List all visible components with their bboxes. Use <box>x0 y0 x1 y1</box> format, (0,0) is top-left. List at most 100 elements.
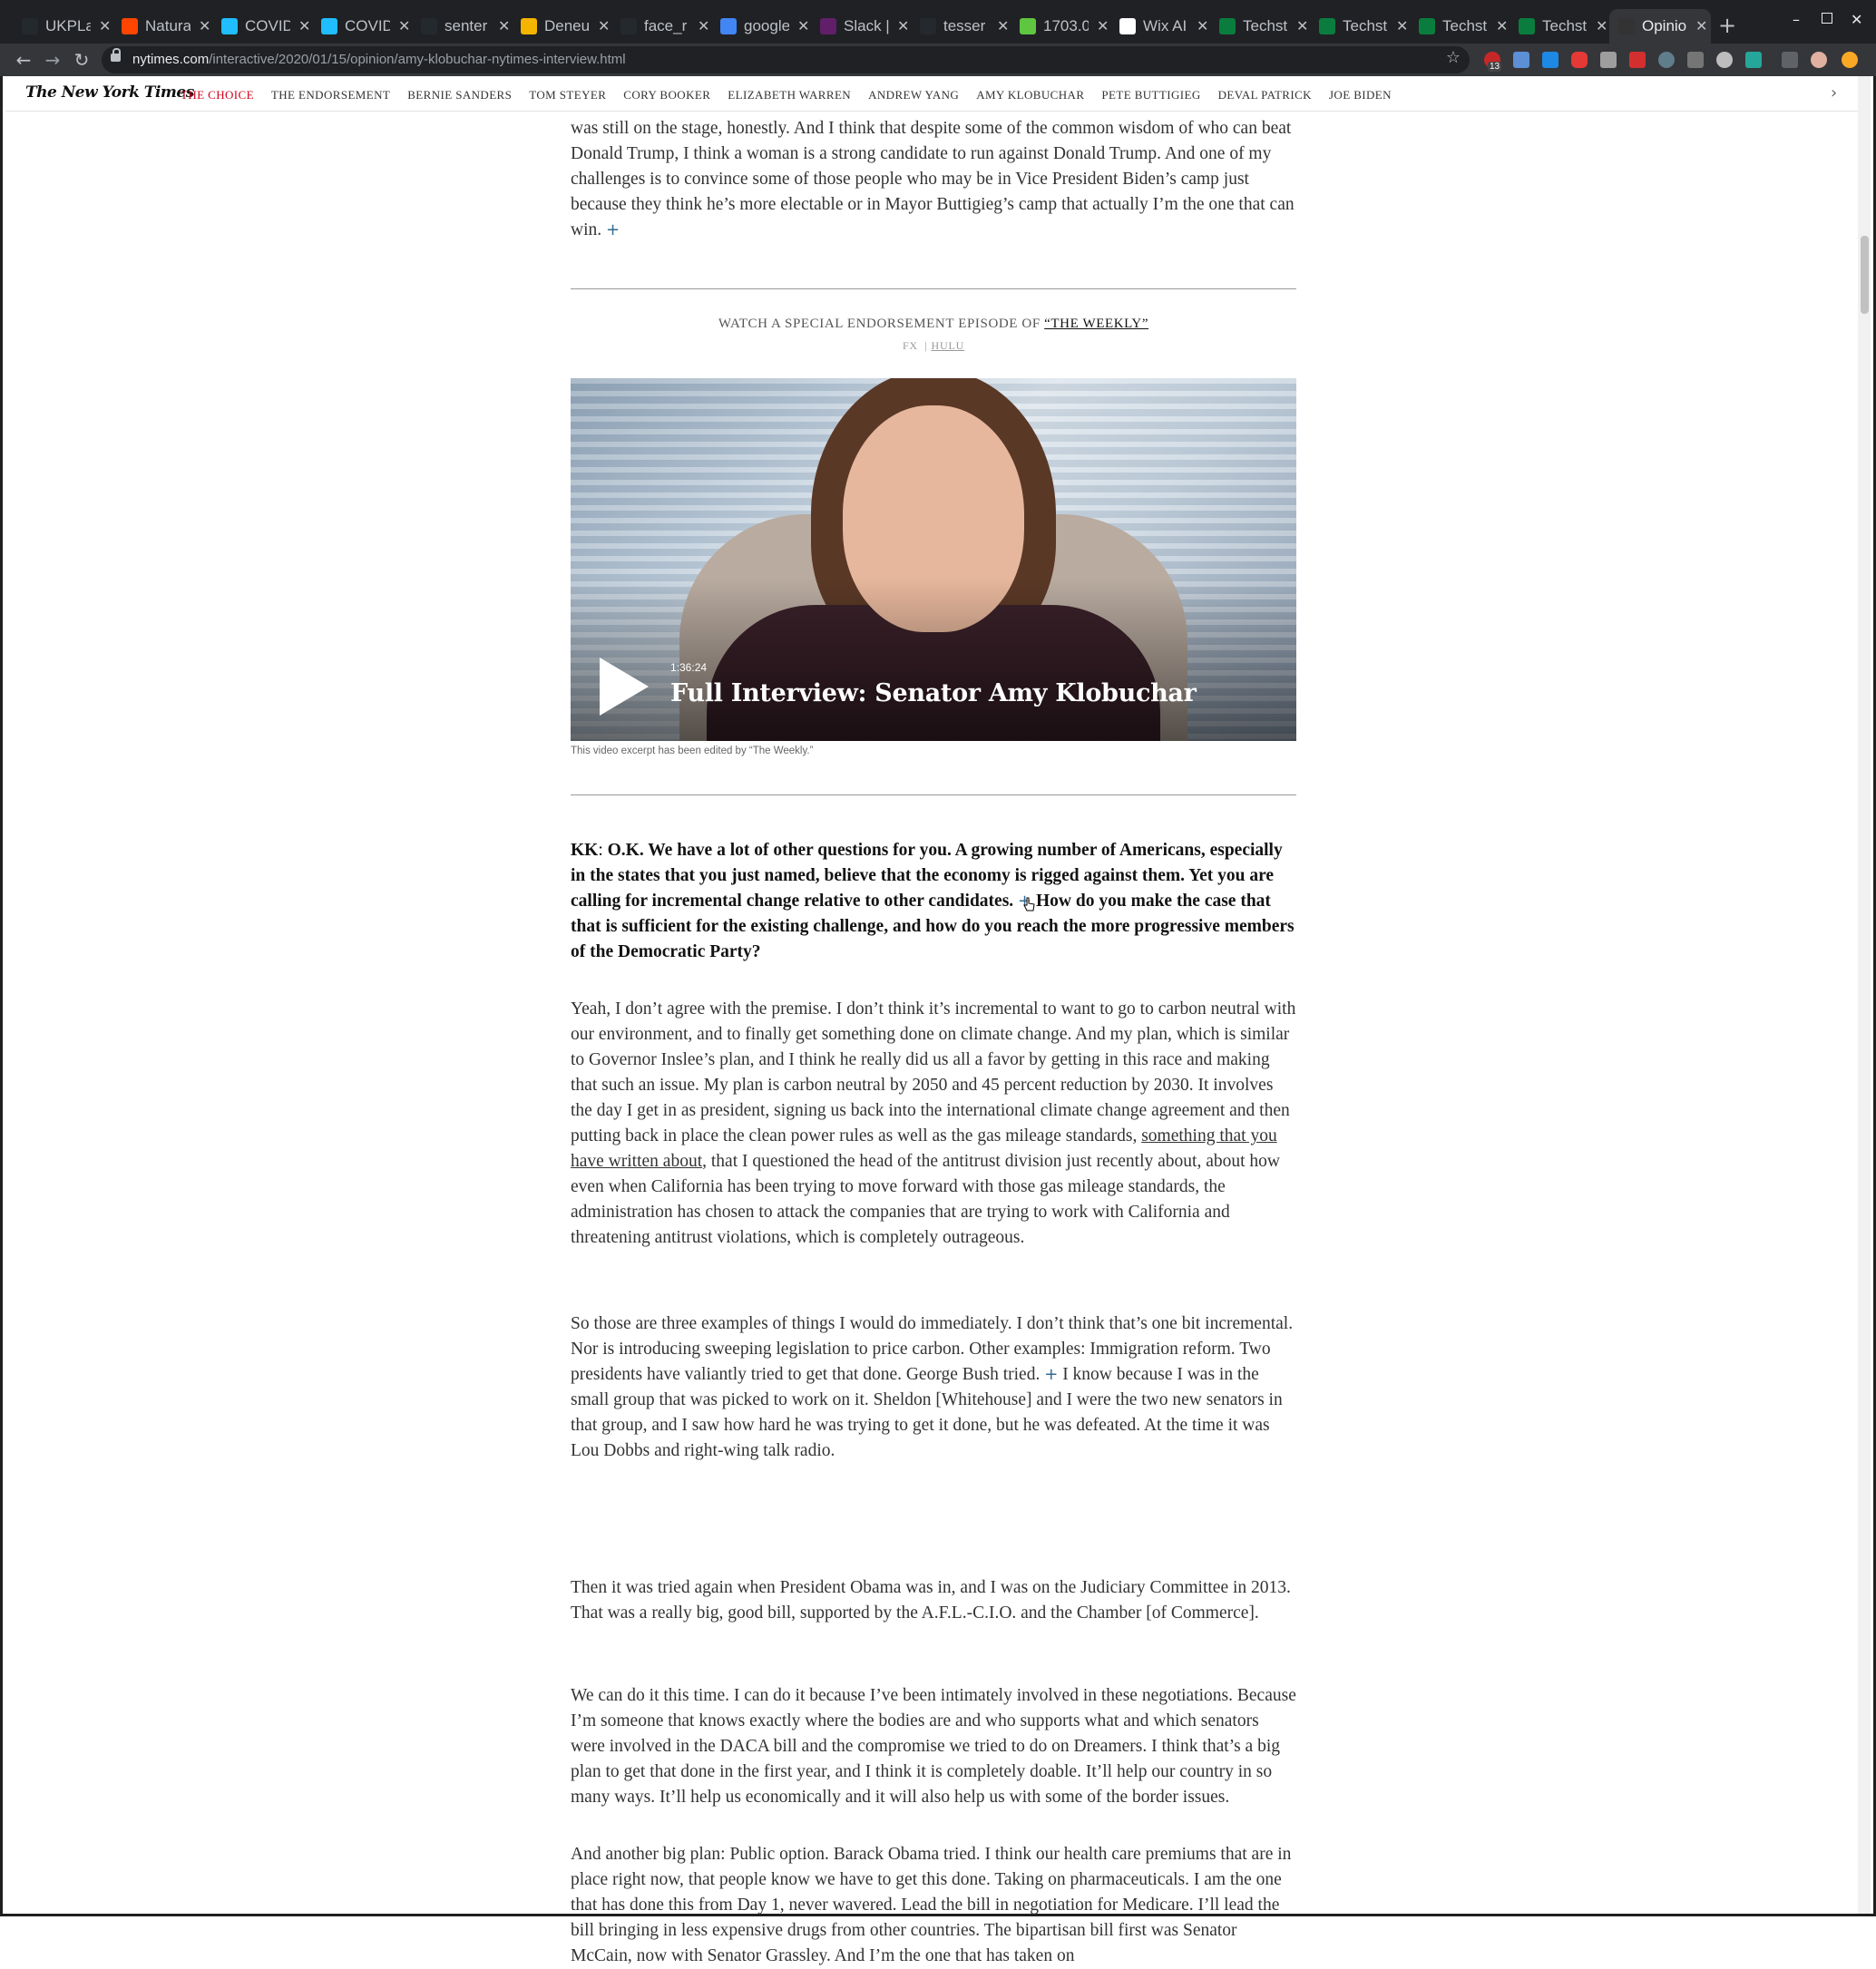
browser-tab[interactable]: Natura ✕ <box>112 13 214 40</box>
close-tab-icon[interactable]: ✕ <box>1296 17 1308 35</box>
extension-keyboard-icon[interactable] <box>1687 52 1704 68</box>
nav-item[interactable]: JOE BIDEN <box>1329 88 1392 102</box>
wix-icon <box>1119 18 1136 34</box>
extension-video-icon[interactable] <box>1571 52 1588 68</box>
close-tab-icon[interactable]: ✕ <box>1496 17 1508 35</box>
techstars-icon <box>1419 18 1435 34</box>
nav-next-chevron-icon[interactable]: › <box>1831 83 1837 102</box>
browser-tab[interactable]: COVID ✕ <box>312 13 414 40</box>
extension-copy-icon[interactable] <box>1513 52 1529 68</box>
hand-cursor-icon <box>1023 897 1035 911</box>
nav-item[interactable]: CORY BOOKER <box>623 88 710 102</box>
browser-tab[interactable]: Techst ✕ <box>1310 13 1412 40</box>
nyt-navigation-bar: The New York Times THE CHOICE THE ENDORSE… <box>5 76 1861 112</box>
browser-tab[interactable]: Techst ✕ <box>1410 13 1511 40</box>
video-duration: 1:36:24 <box>670 661 708 674</box>
page-viewport: The New York Times THE CHOICE THE ENDORSE… <box>0 76 1876 1965</box>
page-scrollbar[interactable] <box>1858 76 1871 1914</box>
browser-tab[interactable]: google ✕ <box>711 13 813 40</box>
expand-plus-icon[interactable]: + <box>1044 1365 1058 1384</box>
browser-tab[interactable]: face_r ✕ <box>611 13 713 40</box>
maximize-icon[interactable] <box>1822 13 1832 24</box>
slack-icon <box>820 18 836 34</box>
tab-title: senter <box>445 17 488 34</box>
address-bar[interactable]: nytimes.com/interactive/2020/01/15/opini… <box>102 46 1470 73</box>
answer-paragraph-1: Yeah, I don’t agree with the premise. I … <box>571 999 1296 1247</box>
browser-tab[interactable]: 1703.0 ✕ <box>1011 13 1112 40</box>
new-tab-button[interactable]: + <box>1718 13 1736 38</box>
nav-item[interactable]: THE ENDORSEMENT <box>271 88 390 102</box>
nav-item[interactable]: PETE BUTTIGIEG <box>1101 88 1200 102</box>
browser-tab[interactable]: senter ✕ <box>412 13 513 40</box>
tab-title: Wix AI <box>1143 17 1187 34</box>
the-weekly-link[interactable]: “THE WEEKLY” <box>1044 317 1148 331</box>
close-tab-icon[interactable]: ✕ <box>398 17 410 35</box>
reload-icon[interactable]: ↻ <box>69 47 94 73</box>
nav-item[interactable]: BERNIE SANDERS <box>407 88 512 102</box>
watch-promo: WATCH A SPECIAL ENDORSEMENT EPISODE OF “… <box>718 317 1149 331</box>
nav-item[interactable]: TOM STEYER <box>529 88 606 102</box>
close-tab-icon[interactable]: ✕ <box>797 17 809 35</box>
tab-title: Techst <box>1442 17 1488 34</box>
browser-tab[interactable]: Wix AI ✕ <box>1110 13 1212 40</box>
minimize-icon[interactable]: – <box>1793 11 1800 28</box>
video-player[interactable]: 1:36:24 Full Interview: Senator Amy Klob… <box>571 378 1296 741</box>
extension-s-icon[interactable] <box>1745 52 1762 68</box>
bookmark-star-icon[interactable]: ☆ <box>1446 48 1461 67</box>
extension-bookmark-icon[interactable] <box>1629 52 1646 68</box>
techstars-icon <box>1219 18 1236 34</box>
github-icon <box>620 18 637 34</box>
forward-icon[interactable]: → <box>40 47 65 73</box>
tab-title: google <box>744 17 789 34</box>
close-tab-icon[interactable]: ✕ <box>1097 17 1109 35</box>
close-tab-icon[interactable]: ✕ <box>1695 17 1707 35</box>
nyt-logo[interactable]: The New York Times <box>25 83 194 102</box>
extension-download-icon[interactable] <box>1542 52 1558 68</box>
back-icon[interactable]: ← <box>11 47 36 73</box>
close-tab-icon[interactable]: ✕ <box>1197 17 1208 35</box>
nav-item[interactable]: AMY KLOBUCHAR <box>976 88 1084 102</box>
url-text: nytimes.com/interactive/2020/01/15/opini… <box>132 52 626 67</box>
github-icon <box>421 18 437 34</box>
extension-search-icon[interactable] <box>1658 52 1675 68</box>
platform-fx-link[interactable]: FX <box>903 339 918 352</box>
scrollbar-thumb[interactable] <box>1861 236 1869 314</box>
extension-badge: 13 <box>1488 62 1502 72</box>
browser-tab[interactable]: COVID ✕ <box>212 13 314 40</box>
close-window-icon[interactable]: ✕ <box>1851 11 1862 28</box>
kaggle-icon <box>221 18 238 34</box>
play-icon[interactable] <box>600 658 649 716</box>
nav-item[interactable]: ELIZABETH WARREN <box>728 88 851 102</box>
browser-tab[interactable]: Techst ✕ <box>1510 13 1611 40</box>
extension-gray-icon[interactable] <box>1600 52 1617 68</box>
profile-avatar[interactable] <box>1811 52 1827 68</box>
close-tab-icon[interactable]: ✕ <box>1396 17 1408 35</box>
browser-tab[interactable]: Techst ✕ <box>1210 13 1312 40</box>
tab-title: Techst <box>1542 17 1588 34</box>
browser-tab[interactable]: Deneu ✕ <box>512 13 613 40</box>
nav-item[interactable]: DEVAL PATRICK <box>1218 88 1312 102</box>
kaggle-icon <box>321 18 337 34</box>
close-tab-icon[interactable]: ✕ <box>897 17 909 35</box>
expand-plus-icon[interactable]: + <box>606 220 620 239</box>
intro-paragraph: was still on the stage, honestly. And I … <box>571 119 1295 239</box>
close-tab-icon[interactable]: ✕ <box>99 17 111 35</box>
media-control-icon[interactable] <box>1782 52 1798 68</box>
close-tab-icon[interactable]: ✕ <box>498 17 510 35</box>
close-tab-icon[interactable]: ✕ <box>298 17 310 35</box>
extension-circle-icon[interactable] <box>1716 52 1733 68</box>
platform-hulu-link[interactable]: HULU <box>932 339 965 352</box>
close-tab-icon[interactable]: ✕ <box>997 17 1009 35</box>
browser-tab[interactable]: tesser ✕ <box>911 13 1012 40</box>
browser-tab[interactable]: Slack | ✕ <box>811 13 913 40</box>
close-tab-icon[interactable]: ✕ <box>199 17 210 35</box>
update-indicator-icon[interactable] <box>1842 52 1858 68</box>
browser-tab[interactable]: UKPLa ✕ <box>13 13 114 40</box>
close-tab-icon[interactable]: ✕ <box>1596 17 1607 35</box>
close-tab-icon[interactable]: ✕ <box>598 17 610 35</box>
nav-item[interactable]: ANDREW YANG <box>868 88 959 102</box>
browser-tab[interactable]: Opinio ✕ <box>1609 9 1711 44</box>
answer-paragraph-3: Then it was tried again when President O… <box>571 1578 1291 1623</box>
nav-item[interactable]: THE CHOICE <box>181 88 254 102</box>
close-tab-icon[interactable]: ✕ <box>698 17 709 35</box>
